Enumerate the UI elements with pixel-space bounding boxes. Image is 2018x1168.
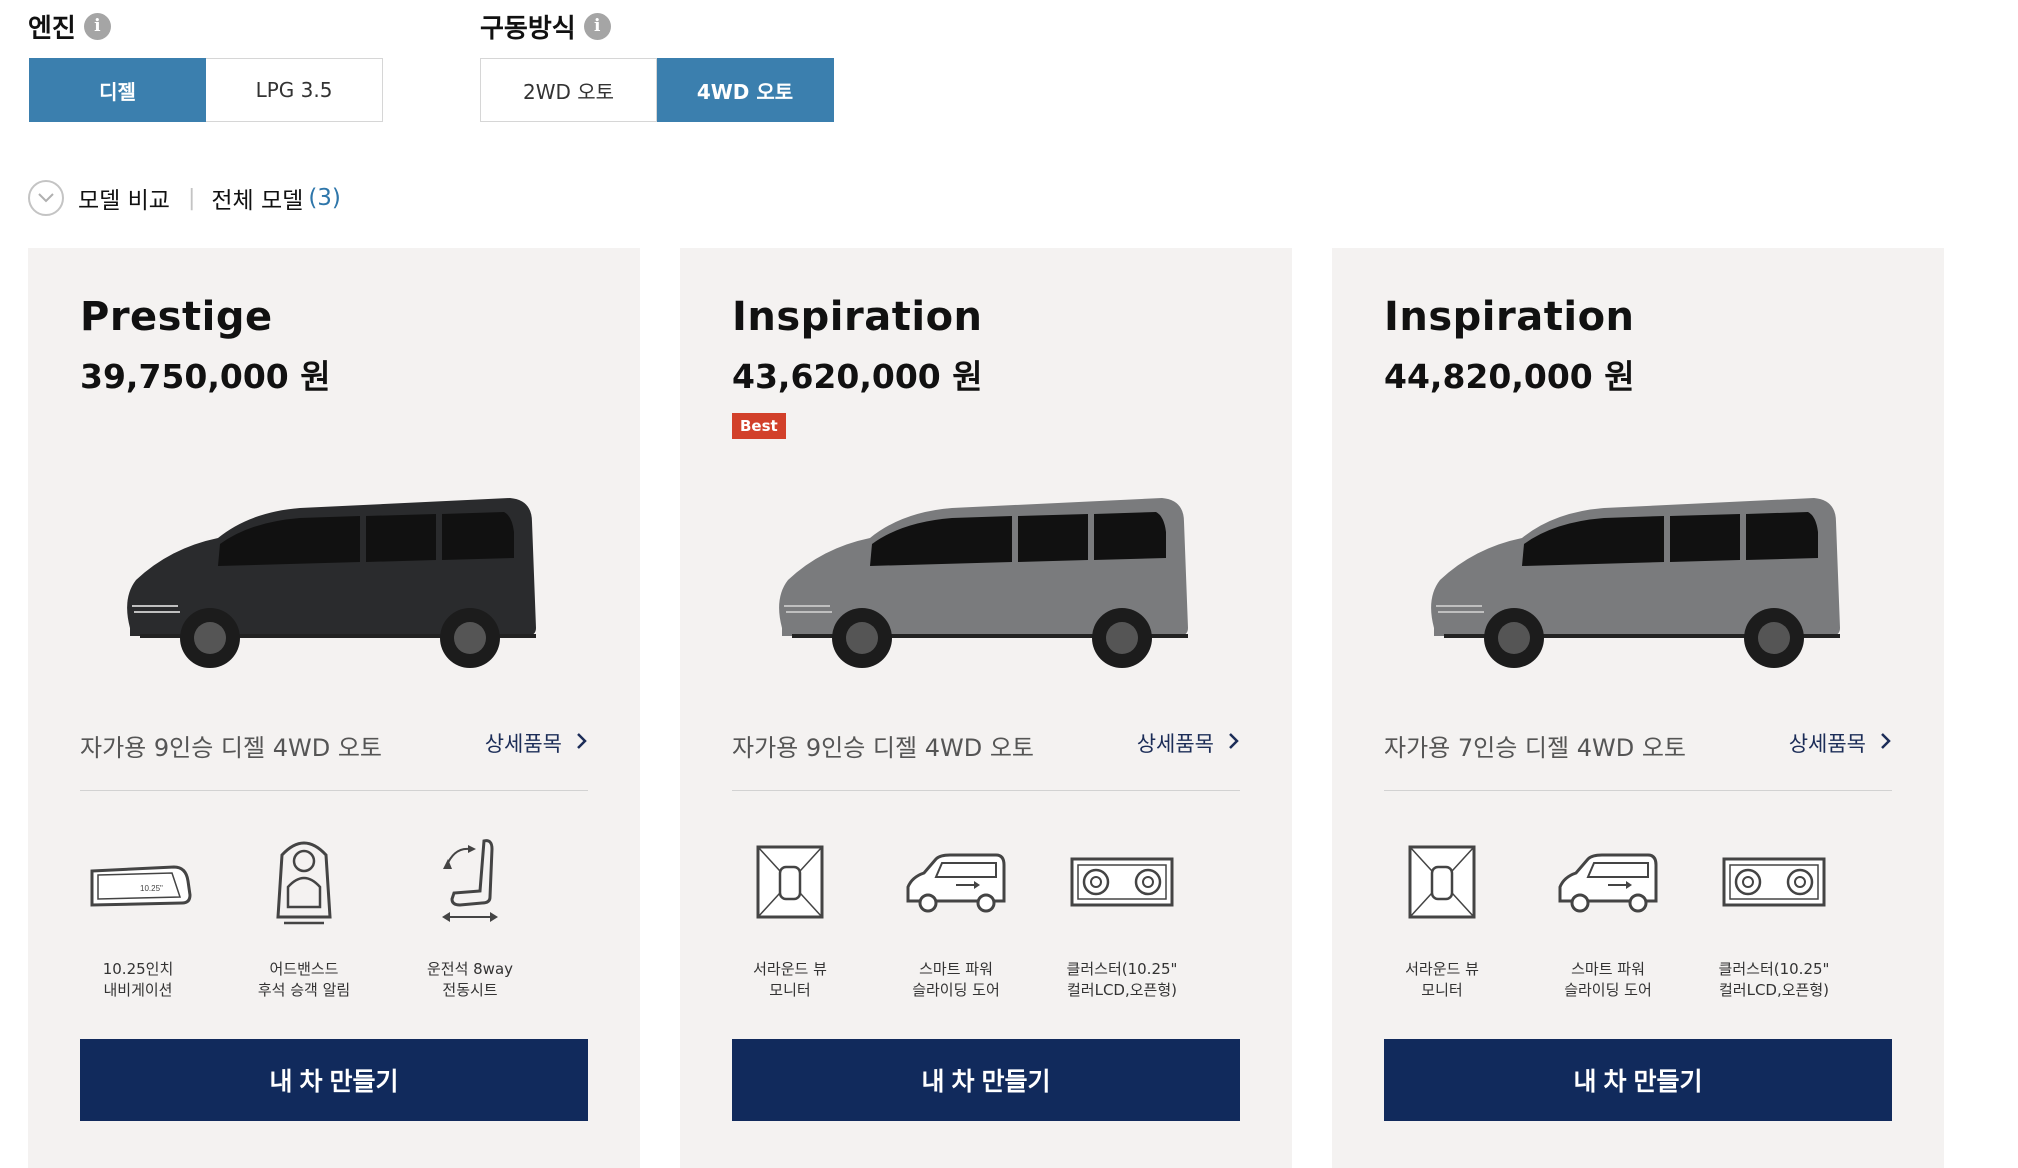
feature-item: 클러스터(10.25" 컬러LCD,오픈형) xyxy=(1690,833,1858,1001)
cluster-lcd-icon xyxy=(1038,833,1206,933)
all-models-count: (3) xyxy=(308,185,341,211)
feature-item: 서라운드 뷰 모니터 xyxy=(706,833,874,1001)
model-name: Inspiration xyxy=(732,294,983,340)
detail-link-label: 상세품목 xyxy=(1136,732,1214,756)
model-card: Inspiration 43,620,000 원 Best 자가용 9인승 디젤… xyxy=(680,248,1292,1168)
navigation-screen-icon: 10.25" xyxy=(54,833,222,933)
feature-label-line1: 클러스터(10.25" xyxy=(1718,960,1830,978)
engine-label-text: 엔진 xyxy=(28,13,76,44)
detail-link-label: 상세품목 xyxy=(484,732,562,756)
build-my-car-button[interactable]: 내 차 만들기 xyxy=(1384,1039,1892,1121)
feature-label-line2: 내비게이션 xyxy=(103,981,173,999)
feature-label-line2: 컬러LCD,오픈형) xyxy=(1718,981,1829,999)
drive-label-text: 구동방식 xyxy=(480,13,576,44)
compare-label[interactable]: 모델 비교 xyxy=(78,181,170,215)
feature-label-line1: 스마트 파워 xyxy=(1571,960,1645,978)
drive-option-4wd[interactable]: 4WD 오토 xyxy=(657,58,834,122)
compare-row: 모델 비교 | 전체 모델 (3) xyxy=(28,178,341,218)
power-sliding-door-icon xyxy=(1524,833,1692,933)
engine-option-lpg[interactable]: LPG 3.5 xyxy=(206,58,383,122)
model-description: 자가용 7인승 디젤 4WD 오토 xyxy=(1384,734,1686,762)
model-description: 자가용 9인승 디젤 4WD 오토 xyxy=(732,734,1034,762)
feature-label-line2: 모니터 xyxy=(1421,981,1463,999)
feature-label-line1: 어드밴스드 xyxy=(269,960,339,978)
detail-link-label: 상세품목 xyxy=(1788,732,1866,756)
feature-label-line1: 서라운드 뷰 xyxy=(1405,960,1479,978)
power-seat-icon xyxy=(386,833,554,933)
build-my-car-button[interactable]: 내 차 만들기 xyxy=(80,1039,588,1121)
model-card: Prestige 39,750,000 원 자가용 9인승 디젤 4WD 오토 … xyxy=(28,248,640,1168)
compare-check-icon[interactable] xyxy=(28,180,64,216)
card-divider xyxy=(1384,790,1892,791)
chevron-right-icon xyxy=(1228,731,1240,755)
svg-text:10.25": 10.25" xyxy=(140,884,163,893)
model-name: Inspiration xyxy=(1384,294,1635,340)
detail-link[interactable]: 상세품목 xyxy=(485,728,588,758)
feature-item: 어드밴스드 후석 승객 알림 xyxy=(220,833,388,1001)
feature-label-line1: 스마트 파워 xyxy=(919,960,993,978)
feature-item: 10.25" 10.25인치 내비게이션 xyxy=(54,833,222,1001)
feature-label-line2: 슬라이딩 도어 xyxy=(1564,981,1652,999)
feature-label-line2: 모니터 xyxy=(769,981,811,999)
card-divider xyxy=(732,790,1240,791)
feature-label-line2: 후석 승객 알림 xyxy=(257,981,351,999)
drive-info-icon[interactable]: i xyxy=(583,12,611,40)
feature-item: 운전석 8way 전동시트 xyxy=(386,833,554,1001)
feature-label-line1: 운전석 8way xyxy=(426,960,514,978)
best-badge: Best xyxy=(732,413,786,439)
feature-item: 서라운드 뷰 모니터 xyxy=(1358,833,1526,1001)
model-name: Prestige xyxy=(80,294,273,340)
chevron-right-icon xyxy=(1880,731,1892,755)
model-price: 44,820,000 원 xyxy=(1384,357,1635,396)
drive-filter: 구동방식 i xyxy=(480,10,611,44)
feature-item: 클러스터(10.25" 컬러LCD,오픈형) xyxy=(1038,833,1206,1001)
drive-segment: 2WD 오토 4WD 오토 xyxy=(480,58,834,122)
drive-option-2wd[interactable]: 2WD 오토 xyxy=(480,58,657,122)
model-description: 자가용 9인승 디젤 4WD 오토 xyxy=(80,734,382,762)
car-image xyxy=(1431,498,1840,668)
cluster-lcd-icon xyxy=(1690,833,1858,933)
model-price: 43,620,000 원 xyxy=(732,357,983,396)
chevron-right-icon xyxy=(576,731,588,755)
feature-label-line1: 10.25인치 xyxy=(102,960,174,978)
drive-filter-label: 구동방식 i xyxy=(480,10,611,44)
engine-option-diesel[interactable]: 디젤 xyxy=(29,58,206,122)
engine-info-icon[interactable]: i xyxy=(83,12,111,40)
model-card: Inspiration 44,820,000 원 자가용 7인승 디젤 4WD … xyxy=(1332,248,1944,1168)
model-price: 39,750,000 원 xyxy=(80,357,331,396)
rear-seat-alert-icon xyxy=(220,833,388,933)
surround-view-monitor-icon xyxy=(706,833,874,933)
feature-label-line2: 슬라이딩 도어 xyxy=(912,981,1000,999)
engine-segment: 디젤 LPG 3.5 xyxy=(29,58,383,122)
detail-link[interactable]: 상세품목 xyxy=(1137,728,1240,758)
power-sliding-door-icon xyxy=(872,833,1040,933)
card-divider xyxy=(80,790,588,791)
all-models-label: 전체 모델 xyxy=(211,188,304,214)
feature-label-line1: 클러스터(10.25" xyxy=(1066,960,1178,978)
feature-item: 스마트 파워 슬라이딩 도어 xyxy=(1524,833,1692,1001)
feature-label-line1: 서라운드 뷰 xyxy=(753,960,827,978)
engine-filter: 엔진 i xyxy=(28,10,111,44)
build-my-car-button[interactable]: 내 차 만들기 xyxy=(732,1039,1240,1121)
feature-label-line2: 컬러LCD,오픈형) xyxy=(1066,981,1177,999)
car-image xyxy=(127,498,536,668)
feature-label-line2: 전동시트 xyxy=(442,981,498,999)
compare-divider: | xyxy=(187,185,196,211)
feature-item: 스마트 파워 슬라이딩 도어 xyxy=(872,833,1040,1001)
car-image xyxy=(779,498,1188,668)
surround-view-monitor-icon xyxy=(1358,833,1526,933)
engine-filter-label: 엔진 i xyxy=(28,10,111,44)
detail-link[interactable]: 상세품목 xyxy=(1789,728,1892,758)
